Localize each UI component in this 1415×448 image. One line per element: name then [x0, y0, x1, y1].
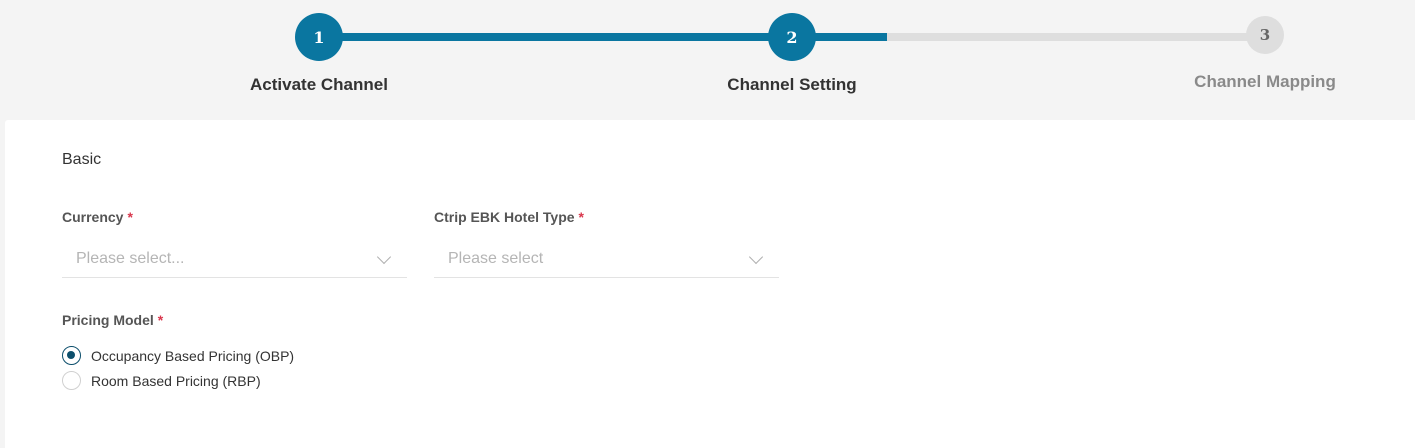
radio-obp-label[interactable]: Occupancy Based Pricing (OBP)	[91, 348, 294, 364]
step-2-circle[interactable]: 2	[768, 13, 816, 61]
pricing-model-label-text: Pricing Model	[62, 312, 154, 328]
hotel-type-label: Ctrip EBK Hotel Type *	[434, 209, 584, 225]
step-3-label: Channel Mapping	[1194, 72, 1336, 91]
required-asterisk: *	[127, 209, 133, 225]
currency-label-text: Currency	[62, 209, 124, 225]
hotel-type-label-text: Ctrip EBK Hotel Type	[434, 209, 575, 225]
step-1-label: Activate Channel	[250, 75, 388, 94]
currency-select[interactable]: Please select...	[62, 240, 407, 278]
radio-option-obp[interactable]: Occupancy Based Pricing (OBP)	[62, 346, 294, 365]
required-asterisk: *	[157, 312, 164, 328]
currency-label: Currency *	[62, 209, 133, 225]
pricing-model-label: Pricing Model *	[62, 312, 163, 328]
chevron-down-icon	[376, 249, 392, 265]
radio-rbp-label[interactable]: Room Based Pricing (RBP)	[91, 373, 261, 389]
hotel-type-select-placeholder: Please select	[448, 249, 544, 267]
required-asterisk: *	[578, 209, 584, 225]
chevron-down-icon	[748, 249, 764, 265]
step-1-circle[interactable]: 1	[295, 13, 343, 61]
step-3-circle: 3	[1246, 16, 1284, 54]
hotel-type-select[interactable]: Please select	[434, 240, 779, 278]
step-2-label: Channel Setting	[727, 75, 857, 94]
radio-rbp[interactable]	[62, 371, 81, 390]
currency-select-placeholder: Please select...	[76, 249, 185, 267]
stepper-remaining-track	[887, 33, 1265, 41]
radio-option-rbp[interactable]: Room Based Pricing (RBP)	[62, 371, 261, 390]
progress-stepper: 1 2 3 Activate Channel Channel Setting C…	[0, 0, 1415, 120]
section-title: Basic	[62, 151, 102, 168]
radio-obp[interactable]	[62, 346, 81, 365]
basic-settings-card: Basic Currency * Please select... Ctrip E…	[5, 120, 1415, 448]
